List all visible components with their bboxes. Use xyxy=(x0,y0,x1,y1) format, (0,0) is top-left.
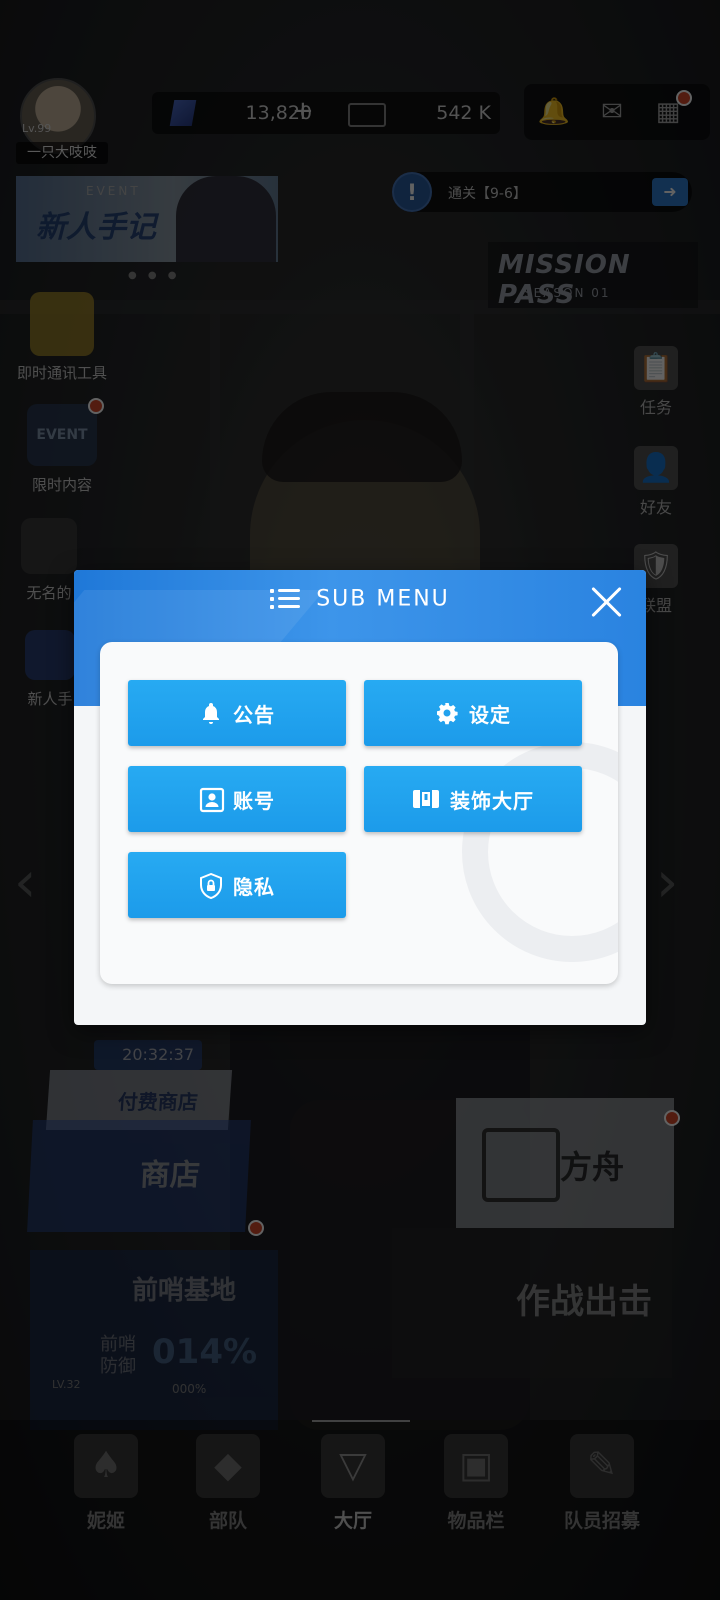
notice-button[interactable]: 公告 xyxy=(128,680,346,746)
gear-icon xyxy=(435,701,459,725)
close-button[interactable] xyxy=(588,584,624,620)
settings-button[interactable]: 设定 xyxy=(364,680,582,746)
privacy-button[interactable]: 隐私 xyxy=(128,852,346,918)
settings-label: 设定 xyxy=(469,702,511,727)
lounge-button[interactable]: 装饰大厅 xyxy=(364,766,582,832)
list-icon xyxy=(270,588,301,610)
lounge-label: 装饰大厅 xyxy=(450,788,534,813)
shield-lock-icon xyxy=(199,872,223,900)
account-icon xyxy=(199,787,225,813)
account-label: 账号 xyxy=(233,788,275,813)
dialog-title-text: SUB MENU xyxy=(316,586,450,612)
lounge-icon xyxy=(412,787,440,811)
dialog-title: SUB MENU xyxy=(74,586,646,612)
privacy-label: 隐私 xyxy=(233,874,275,899)
account-button[interactable]: 账号 xyxy=(128,766,346,832)
sub-menu-dialog: SUB MENU 公告 设定 账号 装饰大厅 隐私 xyxy=(74,570,646,1025)
bell-icon xyxy=(199,701,223,725)
notice-label: 公告 xyxy=(233,702,275,727)
dialog-body: 公告 设定 账号 装饰大厅 隐私 xyxy=(100,642,618,984)
